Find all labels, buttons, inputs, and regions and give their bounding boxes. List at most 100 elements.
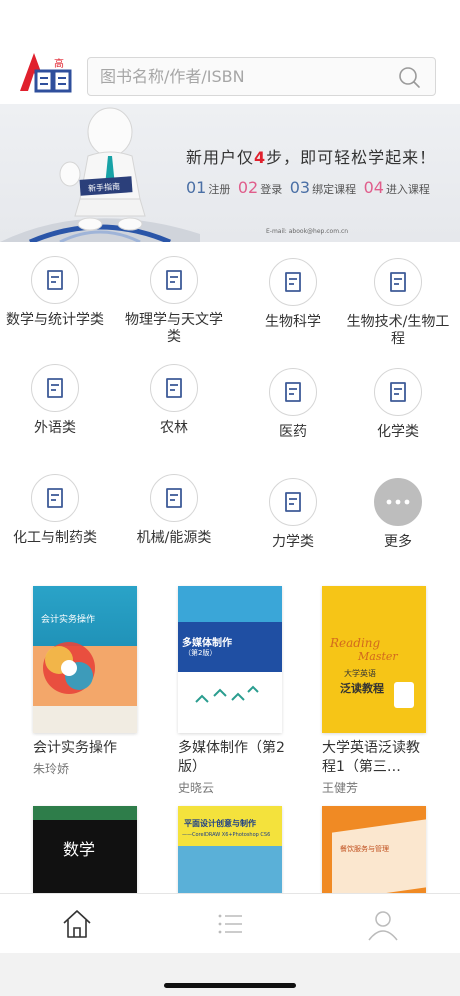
category-label: 数学与统计学类 [6, 312, 104, 328]
category-icon-circle [374, 258, 422, 306]
book-icon [47, 270, 63, 290]
home-indicator[interactable] [164, 983, 296, 988]
book-cover[interactable]: 会计实务操作 [33, 586, 137, 733]
cover-number-badge [394, 682, 414, 708]
book-card-catering[interactable]: 餐饮服务与管理 [322, 806, 442, 894]
book-icon [47, 378, 63, 398]
logo-text: 高 [54, 57, 64, 70]
app-header: 高 [0, 0, 460, 104]
category-physics[interactable]: 物理学与天文学类 [119, 256, 229, 346]
book-cover[interactable]: 平面设计创意与制作 ——CorelDRAW X6+Photoshop CS6 [178, 806, 282, 894]
step-bind-course: 03 绑定课程 [289, 178, 357, 197]
tab-home[interactable] [59, 906, 95, 942]
tab-profile[interactable] [365, 906, 401, 942]
category-medicine[interactable]: 医药 [238, 368, 348, 441]
category-icon-circle [269, 258, 317, 306]
category-label: 物理学与天文学类 [125, 312, 223, 345]
category-math[interactable]: 数学与统计学类 [0, 256, 110, 329]
search-bar[interactable] [87, 57, 436, 96]
book-cover[interactable]: Reading Master 大学英语 泛读教程 [322, 586, 426, 733]
cover-title-large: 泛读教程 [340, 682, 384, 695]
category-icon-circle [269, 478, 317, 526]
category-label: 化学类 [377, 424, 419, 440]
banner-email: E-mail: abook@hep.com.cn [266, 228, 349, 235]
book-card-multimedia[interactable]: 多媒体制作 （第2版） 多媒体制作（第2版） 史晓云 [178, 586, 298, 796]
app-logo: 高 [16, 51, 72, 95]
home-indicator-area [0, 953, 460, 996]
category-label: 更多 [384, 534, 412, 550]
search-icon[interactable] [397, 65, 421, 89]
category-icon-circle [269, 368, 317, 416]
cover-flower-graphic [43, 642, 95, 694]
category-mechanics[interactable]: 力学类 [238, 478, 348, 551]
category-label: 农林 [160, 420, 188, 436]
guide-mascot-illustration: 新手指南 [0, 104, 200, 242]
book-card-accounting[interactable]: 会计实务操作 会计实务操作 朱玲娇 [33, 586, 153, 777]
category-chemical-pharma[interactable]: 化工与制药类 [0, 474, 110, 547]
book-title: 会计实务操作 [33, 740, 117, 756]
tab-list[interactable] [212, 906, 248, 942]
book-icon [47, 488, 63, 508]
search-input[interactable] [100, 58, 380, 95]
book-icon [390, 272, 406, 292]
list-icon [218, 914, 242, 934]
category-bioscience[interactable]: 生物科学 [238, 258, 348, 331]
banner-title: 新用户仅4步，即可轻松学起来！ [186, 148, 437, 167]
cover-title: 数学 [63, 840, 96, 859]
category-label: 生物科学 [265, 314, 321, 330]
category-icon-circle [31, 364, 79, 412]
more-icon [386, 499, 410, 505]
category-mechanical-energy[interactable]: 机械/能源类 [119, 474, 229, 547]
cover-en-line1: Reading [330, 636, 381, 650]
banner-steps: 01 注册 02 登录 03 绑定课程 04 进入课程 [186, 178, 434, 197]
book-title: 多媒体制作（第2版） [178, 740, 285, 775]
cover-title: 平面设计创意与制作 [184, 819, 256, 828]
more-icon-circle [374, 478, 422, 526]
book-icon [285, 272, 301, 292]
book-cover[interactable]: 多媒体制作 （第2版） [178, 586, 282, 733]
book-icon [390, 382, 406, 402]
new-user-guide-banner[interactable]: 新手指南 新用户仅4步，即可轻松学起来！ 01 注册 02 登录 03 绑定课程 04… [0, 104, 460, 242]
category-agriculture[interactable]: 农林 [119, 364, 229, 437]
book-author: 朱玲娇 [33, 762, 70, 776]
cover-title: 会计实务操作 [41, 615, 96, 625]
category-icon-circle [374, 368, 422, 416]
category-foreign-language[interactable]: 外语类 [0, 364, 110, 437]
home-icon [63, 910, 91, 938]
category-more[interactable]: 更多 [342, 478, 454, 551]
cover-en-line2: Master [358, 650, 398, 663]
book-icon [285, 382, 301, 402]
step-enter-course: 04 进入课程 [363, 178, 430, 197]
category-label: 机械/能源类 [136, 530, 212, 546]
cover-subtitle: （第2版） [184, 649, 217, 657]
category-label: 外语类 [34, 420, 76, 436]
cover-birds-graphic [195, 685, 259, 703]
book-author: 史晓云 [178, 781, 215, 795]
book-icon [166, 378, 182, 398]
book-card-graphic-design[interactable]: 平面设计创意与制作 ——CorelDRAW X6+Photoshop CS6 [178, 806, 298, 894]
category-icon-circle [150, 256, 198, 304]
category-label: 医药 [279, 424, 307, 440]
book-card-math[interactable]: 数学 [33, 806, 153, 894]
category-icon-circle [31, 256, 79, 304]
category-label: 生物技术/生物工程 [346, 314, 450, 347]
bottom-tab-bar [0, 893, 460, 953]
category-icon-circle [150, 474, 198, 522]
book-icon [166, 488, 182, 508]
category-icon-circle [31, 474, 79, 522]
cover-title: 餐饮服务与管理 [340, 845, 389, 853]
cover-title: 多媒体制作 [182, 638, 232, 649]
category-icon-circle [150, 364, 198, 412]
cover-subtitle: ——CorelDRAW X6+Photoshop CS6 [182, 832, 271, 838]
book-card-english-reading[interactable]: Reading Master 大学英语 泛读教程 大学英语泛读教程1（第三… 王… [322, 586, 442, 796]
book-cover[interactable]: 餐饮服务与管理 [322, 806, 426, 894]
book-title: 大学英语泛读教程1（第三… [322, 740, 420, 775]
category-biotech[interactable]: 生物技术/生物工程 [342, 258, 454, 348]
book-author: 王健芳 [322, 781, 359, 795]
book-icon [166, 270, 182, 290]
category-label: 力学类 [272, 534, 314, 550]
category-chemistry[interactable]: 化学类 [342, 368, 454, 441]
book-cover[interactable]: 数学 [33, 806, 137, 894]
category-label: 化工与制药类 [13, 530, 97, 546]
cover-title: 大学英语 [344, 669, 376, 678]
